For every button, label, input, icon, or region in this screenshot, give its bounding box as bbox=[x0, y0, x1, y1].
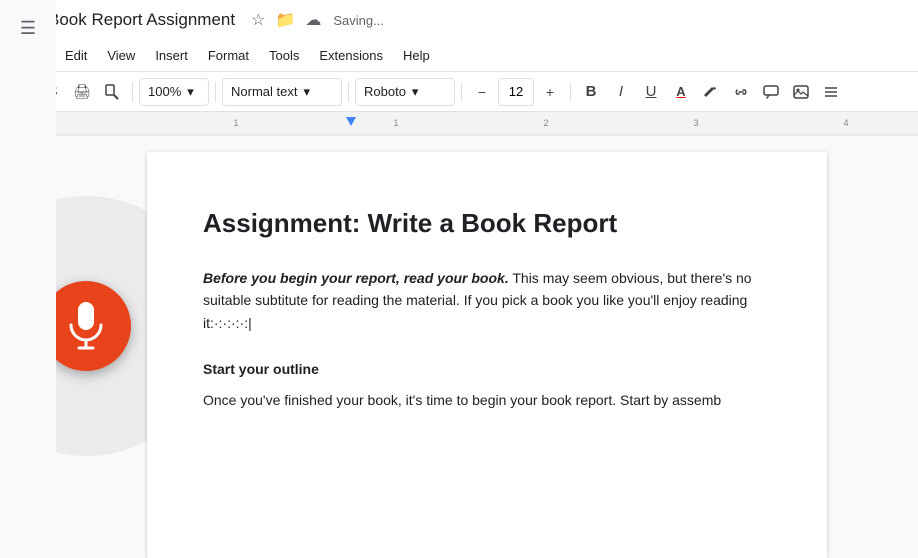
document-title: Book Report Assignment bbox=[48, 10, 235, 30]
paintformat-button[interactable] bbox=[98, 78, 126, 106]
style-chevron-icon: ▾ bbox=[303, 84, 310, 100]
font-size-increase-button[interactable]: + bbox=[536, 78, 564, 106]
link-button[interactable] bbox=[727, 78, 755, 106]
doc-area: Assignment: Write a Book Report Before y… bbox=[56, 136, 918, 558]
star-icon[interactable]: ☆ bbox=[251, 10, 265, 30]
svg-text:1: 1 bbox=[233, 118, 238, 128]
title-bar: Book Report Assignment ☆ 📁 ☁ Saving... bbox=[0, 0, 918, 40]
style-selector[interactable]: Normal text ▾ bbox=[222, 78, 342, 106]
menu-extensions[interactable]: Extensions bbox=[311, 44, 391, 67]
font-size-area: − + bbox=[468, 78, 564, 106]
divider-4 bbox=[461, 82, 462, 102]
print-button[interactable]: 🖨 bbox=[68, 78, 96, 106]
zoom-chevron-icon: ▾ bbox=[187, 84, 194, 100]
style-value: Normal text bbox=[231, 84, 297, 99]
section-1-title: Start your outline bbox=[203, 358, 771, 380]
font-selector[interactable]: Roboto ▾ bbox=[355, 78, 455, 106]
divider-2 bbox=[215, 82, 216, 102]
underline-button[interactable]: U bbox=[637, 78, 665, 106]
italic-button[interactable]: I bbox=[607, 78, 635, 106]
zoom-value: 100% bbox=[148, 84, 181, 99]
document-body[interactable]: Before you begin your report, read your … bbox=[203, 267, 771, 411]
insert-image-button[interactable] bbox=[787, 78, 815, 106]
main-layout: 1 1 2 3 4 ☰ Assignment: W bbox=[0, 112, 918, 558]
more-options-button[interactable] bbox=[817, 78, 845, 106]
divider-3 bbox=[348, 82, 349, 102]
text-color-button[interactable]: A bbox=[667, 78, 695, 106]
insert-comment-button[interactable] bbox=[757, 78, 785, 106]
svg-text:3: 3 bbox=[693, 118, 698, 128]
divider-5 bbox=[570, 82, 571, 102]
font-size-input[interactable] bbox=[498, 78, 534, 106]
divider-1 bbox=[132, 82, 133, 102]
menu-insert[interactable]: Insert bbox=[147, 44, 196, 67]
title-icon-group: ☆ 📁 ☁ bbox=[251, 10, 321, 30]
font-size-decrease-button[interactable]: − bbox=[468, 78, 496, 106]
svg-text:1: 1 bbox=[393, 118, 398, 128]
bold-italic-text: Before you begin your report, read your … bbox=[203, 270, 509, 286]
font-chevron-icon: ▾ bbox=[412, 84, 419, 100]
mic-icon bbox=[67, 301, 105, 351]
voice-button[interactable] bbox=[56, 281, 131, 371]
menu-view[interactable]: View bbox=[99, 44, 143, 67]
menu-bar: File Edit View Insert Format Tools Exten… bbox=[0, 40, 918, 72]
menu-help[interactable]: Help bbox=[395, 44, 438, 67]
ruler: 1 1 2 3 4 bbox=[56, 112, 918, 136]
sidebar: ☰ bbox=[0, 0, 56, 558]
highlight-button[interactable] bbox=[697, 78, 725, 106]
menu-format[interactable]: Format bbox=[200, 44, 257, 67]
document-heading: Assignment: Write a Book Report bbox=[203, 208, 771, 239]
section-1-body: Once you've finished your book, it's tim… bbox=[203, 389, 771, 411]
paragraph-1: Before you begin your report, read your … bbox=[203, 267, 771, 334]
saving-status: Saving... bbox=[333, 13, 384, 28]
svg-text:2: 2 bbox=[543, 118, 548, 128]
zoom-selector[interactable]: 100% ▾ bbox=[139, 78, 209, 106]
outline-icon[interactable]: ☰ bbox=[12, 10, 44, 47]
font-value: Roboto bbox=[364, 84, 406, 99]
menu-edit[interactable]: Edit bbox=[57, 44, 95, 67]
folder-icon[interactable]: 📁 bbox=[275, 10, 295, 30]
toolbar: 🖨 100% ▾ Normal text ▾ Roboto ▾ − + B I … bbox=[0, 72, 918, 112]
cloudsync-icon[interactable]: ☁ bbox=[305, 10, 321, 30]
svg-text:4: 4 bbox=[843, 118, 848, 128]
bold-button[interactable]: B bbox=[577, 78, 605, 106]
menu-tools[interactable]: Tools bbox=[261, 44, 307, 67]
document-page[interactable]: Assignment: Write a Book Report Before y… bbox=[147, 152, 827, 558]
